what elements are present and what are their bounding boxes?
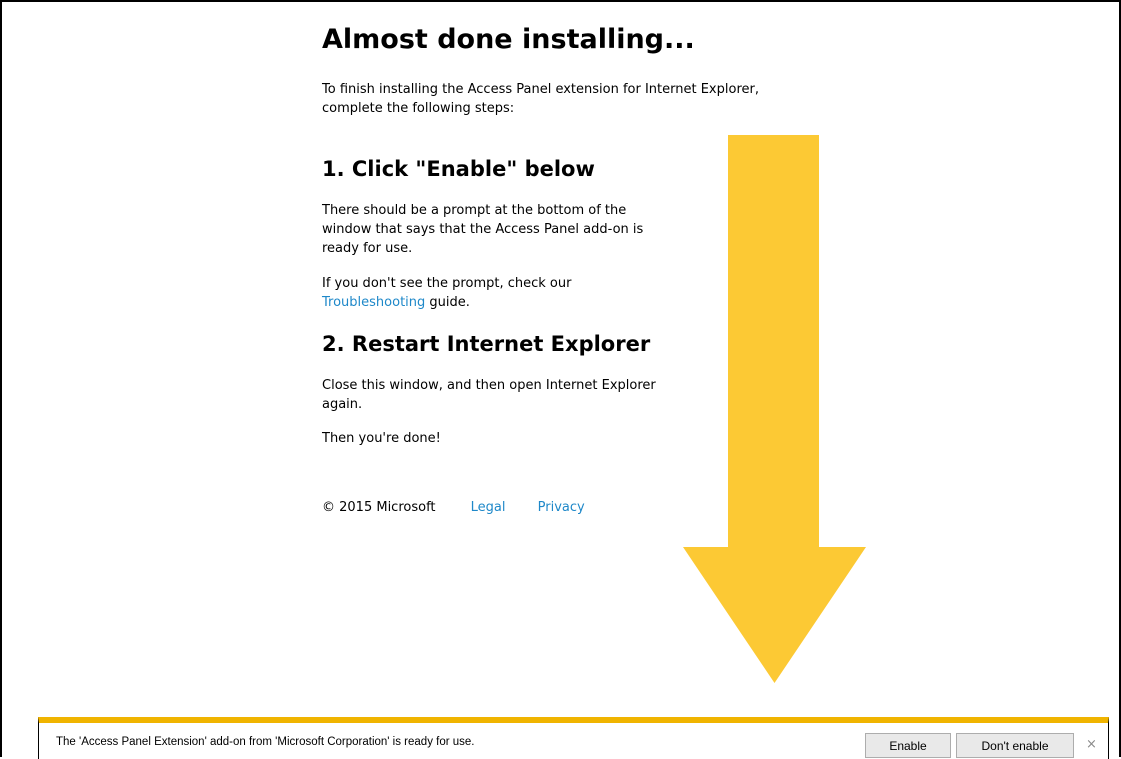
troubleshooting-link[interactable]: Troubleshooting [322,295,425,310]
page-title: Almost done installing... [322,24,695,55]
notification-message: The 'Access Panel Extension' add-on from… [56,736,475,748]
enable-button[interactable]: Enable [865,733,951,758]
troubleshoot-suffix: guide. [425,295,470,310]
notification-bar: The 'Access Panel Extension' add-on from… [38,717,1109,759]
step1-description: There should be a prompt at the bottom o… [322,203,644,256]
intro-text: To finish installing the Access Panel ex… [322,82,759,116]
troubleshoot-prefix: If you don't see the prompt, check our [322,276,572,291]
dont-enable-button[interactable]: Don't enable [956,733,1074,758]
privacy-link[interactable]: Privacy [538,500,585,515]
step2-description: Close this window, and then open Interne… [322,378,656,412]
browser-window: Almost done installing... To finish inst… [0,0,1121,759]
close-icon[interactable]: × [1086,737,1097,752]
copyright-text: © 2015 Microsoft [322,500,436,515]
step1-troubleshoot-text: If you don't see the prompt, check our T… [322,274,662,312]
step1-heading: 1. Click "Enable" below [322,157,595,181]
step2-done-text: Then you're done! [322,431,441,446]
down-arrow-icon [683,135,866,683]
step2-heading: 2. Restart Internet Explorer [322,332,651,356]
page-footer: © 2015 Microsoft Legal Privacy [322,500,585,515]
legal-link[interactable]: Legal [471,500,506,515]
